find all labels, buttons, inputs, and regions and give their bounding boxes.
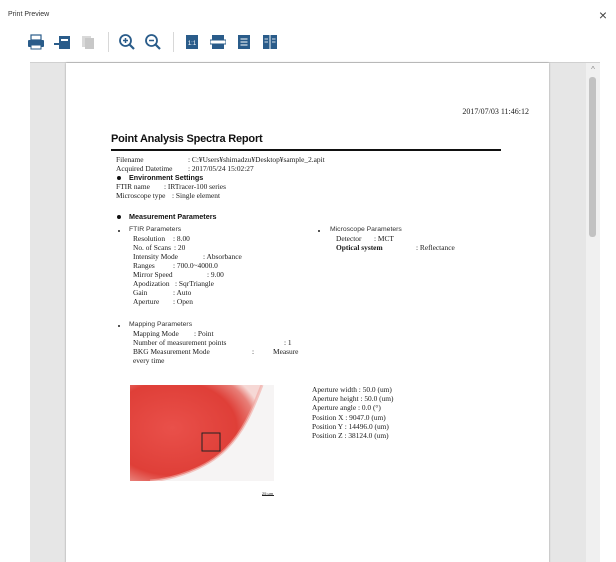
aperture-label: Aperture [133,297,160,306]
two-page-icon [263,35,277,49]
actual-size-button[interactable]: 1:1 [182,32,202,52]
resolution-label: Resolution [133,234,166,243]
preview-viewport: 2017/07/03 11:46:12 Point Analysis Spect… [30,62,600,562]
scroll-thumb[interactable] [589,77,596,237]
sample-image [130,385,274,481]
microscope-type-label: Microscope type [116,191,166,200]
bullet-icon [118,325,120,327]
detector-value: : MCT [374,234,394,243]
measurement-heading: Measurement Parameters [129,212,217,221]
bkg-mode-label: BKG Measurement Mode [133,347,210,356]
single-page-button[interactable] [234,32,254,52]
gain-value: : Auto [173,288,192,297]
close-button[interactable]: × [596,8,610,22]
print-button[interactable] [26,32,46,52]
zoom-out-icon [145,34,161,50]
scans-value: : 20 [174,243,186,252]
scale-bar [262,495,274,496]
aperture-width: Aperture width : 50.0 (um) [312,385,392,394]
bullet-icon [117,215,121,219]
microscope-type-value: : Single element [172,191,221,200]
actual-size-icon: 1:1 [186,35,198,49]
bullet-icon [318,230,320,232]
resolution-value: : 8.00 [173,234,190,243]
toolbar: 1:1 [26,30,286,54]
apodization-label: Apodization [133,279,170,288]
ranges-label: Ranges [133,261,155,270]
bkg-mode-colon: : [252,347,255,356]
print-datetime: 2017/07/03 11:46:12 [462,107,529,116]
toolbar-separator [173,32,174,52]
acquired-datetime-value: : 2017/05/24 15:02:27 [188,164,254,173]
detector-label: Detector [336,234,362,243]
aperture-angle: Aperture angle : 0.0 (°) [312,403,381,412]
copy-icon [82,36,94,49]
zoom-in-icon [119,34,135,50]
microscope-parameters-heading: Microscope Parameters [330,226,402,233]
mirror-speed-label: Mirror Speed [133,270,173,279]
num-points-value: : 1 [284,338,292,347]
two-page-button[interactable] [260,32,280,52]
apodization-value: : SqrTriangle [175,279,214,288]
mirror-speed-value: : 9.00 [207,270,224,279]
report-title: Point Analysis Spectra Report [111,133,263,145]
zoom-in-button[interactable] [117,32,137,52]
fit-width-button[interactable] [208,32,228,52]
title-rule [111,149,501,151]
filename-value: : C:¥Users¥shimadzu¥Desktop¥sample_2.api… [188,155,325,164]
mapping-mode-value: : Point [194,329,214,338]
position-x: Position X : 9047.0 (um) [312,413,386,422]
bkg-mode-value-continued: every time [133,356,165,365]
microscope-image [130,385,274,481]
filename-label: Filename [116,155,144,164]
optical-system-label: Optical system [336,243,383,252]
printer-icon [28,34,44,50]
report-page: 2017/07/03 11:46:12 Point Analysis Spect… [66,63,549,562]
intensity-mode-value: : Absorbance [203,252,242,261]
vertical-scrollbar[interactable]: ^ [586,63,600,562]
window-title: Print Preview [8,11,50,18]
ftir-name-value: : IRTracer-100 series [164,182,226,191]
position-y: Position Y : 14496.0 (um) [312,422,389,431]
toolbar-separator [108,32,109,52]
ftir-name-label: FTIR name [116,182,150,191]
svg-text:1:1: 1:1 [188,41,197,47]
position-z: Position Z : 38124.0 (um) [312,431,389,440]
acquired-datetime-label: Acquired Datetime [116,164,173,173]
scroll-up-icon[interactable]: ^ [586,65,600,75]
intensity-mode-label: Intensity Mode [133,252,178,261]
bullet-icon [117,176,121,180]
export-icon [54,36,70,49]
export-button[interactable] [52,32,72,52]
aperture-height: Aperture height : 50.0 (um) [312,394,394,403]
copy-button[interactable] [78,32,98,52]
title-bar: Print Preview × [0,0,616,26]
scans-label: No. of Scans [133,243,171,252]
fit-width-icon [210,35,226,49]
bkg-mode-value: Measure [273,347,299,356]
gain-label: Gain [133,288,148,297]
aperture-value: : Open [173,297,193,306]
environment-heading: Environment Settings [129,173,204,182]
optical-system-value: : Reflectance [416,243,455,252]
single-page-icon [238,35,250,49]
mapping-parameters-heading: Mapping Parameters [129,321,193,328]
num-points-label: Number of measurement points [133,338,227,347]
zoom-out-button[interactable] [143,32,163,52]
ftir-parameters-heading: FTIR Parameters [129,226,182,233]
ranges-value: : 700.0~4000.0 [173,261,218,270]
mapping-mode-label: Mapping Mode [133,329,179,338]
bullet-icon [118,230,120,232]
